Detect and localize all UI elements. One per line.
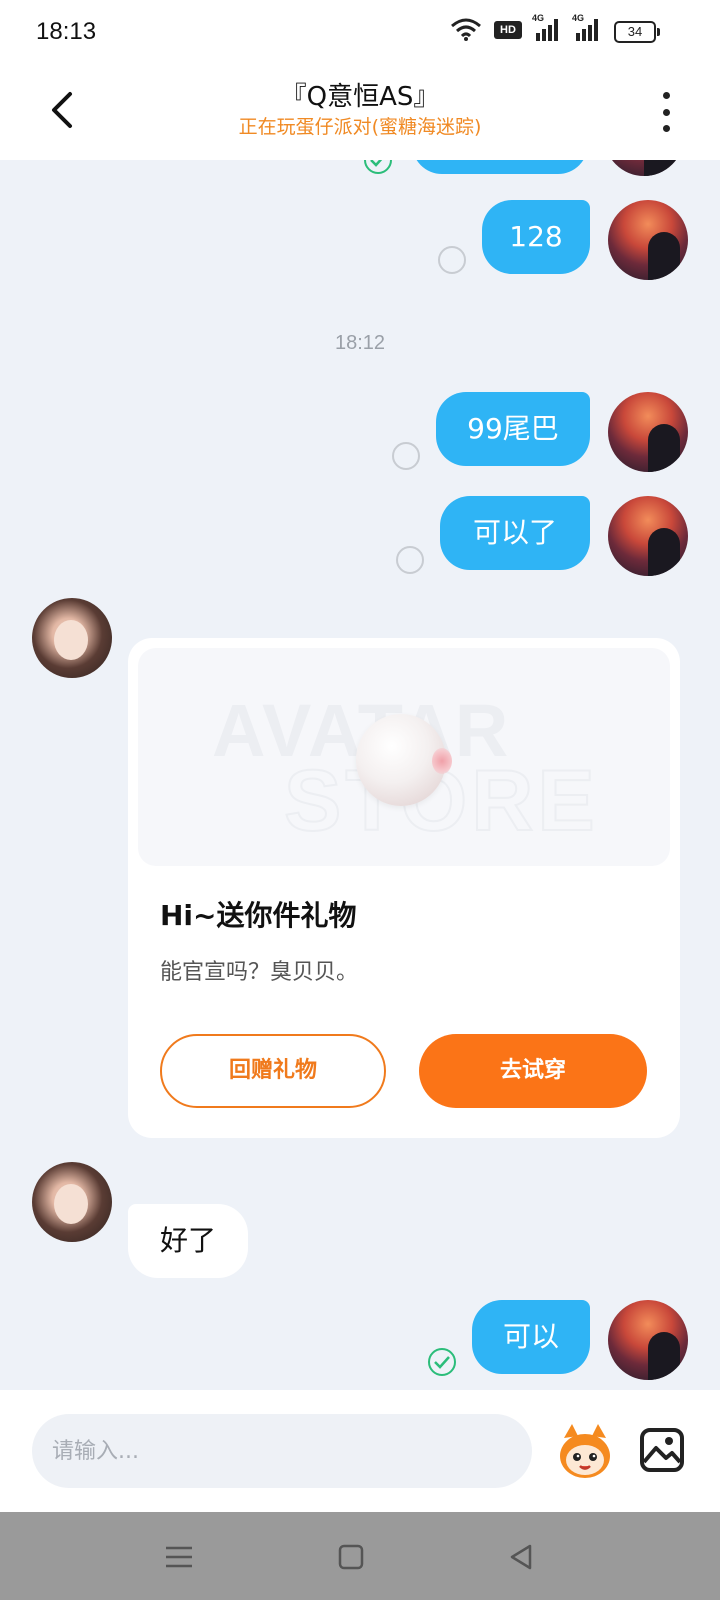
unread-status-icon — [396, 546, 424, 574]
signal-1-label: 4G — [532, 13, 545, 23]
avatar-self[interactable] — [608, 1300, 688, 1380]
home-button[interactable] — [334, 1540, 368, 1574]
more-vertical-icon — [662, 92, 670, 99]
unread-status-icon — [438, 246, 466, 274]
input-bar — [0, 1390, 720, 1512]
battery-icon: 34 — [614, 21, 660, 43]
avatar-self[interactable] — [604, 160, 684, 176]
gift-item-image — [356, 714, 452, 806]
signal-icon: 4G — [572, 13, 602, 41]
gift-message: 能官宣吗？臭贝贝。 — [160, 960, 359, 985]
nav-back-button[interactable] — [504, 1540, 538, 1574]
message-bubble-in[interactable]: 好了 — [128, 1204, 248, 1278]
return-gift-button[interactable]: 回赠礼物 — [160, 1034, 386, 1108]
avatar-self[interactable] — [608, 496, 688, 576]
image-button[interactable] — [638, 1426, 686, 1474]
chat-header: 『Q意恒AS』 正在玩蛋仔派对(蜜糖海迷踪) — [0, 64, 720, 160]
mascot-icon — [560, 1424, 610, 1478]
try-on-button[interactable]: 去试穿 — [419, 1034, 647, 1108]
avatar-self[interactable] — [608, 200, 688, 280]
mascot-button[interactable] — [554, 1420, 616, 1482]
read-check-icon — [428, 1348, 456, 1376]
avatar-self[interactable] — [608, 392, 688, 472]
status-time: 18:13 — [36, 18, 97, 45]
chat-title: 『Q意恒AS』 — [280, 82, 440, 112]
gift-image[interactable]: AVATAR STORE — [138, 648, 670, 866]
back-button[interactable] — [40, 86, 88, 134]
chat-area[interactable]: 128 18:12 99尾巴 可以了 AVATAR STORE Hi~送你件礼物… — [0, 160, 720, 1390]
read-check-icon — [364, 160, 392, 174]
message-input[interactable] — [32, 1414, 532, 1488]
gift-card[interactable]: AVATAR STORE Hi~送你件礼物 能官宣吗？臭贝贝。 回赠礼物 去试穿 — [128, 638, 680, 1138]
message-bubble-out[interactable]: 99尾巴 — [436, 392, 590, 466]
message-bubble-out[interactable]: 可以了 — [440, 496, 590, 570]
message-bubble-out[interactable]: 可以 — [472, 1300, 590, 1374]
unread-status-icon — [392, 442, 420, 470]
title-block[interactable]: 『Q意恒AS』 正在玩蛋仔派对(蜜糖海迷踪) — [160, 80, 560, 140]
signal-2-label: 4G — [572, 13, 585, 23]
menu-icon — [166, 1546, 192, 1568]
image-icon — [640, 1428, 684, 1472]
chat-subtitle: 正在玩蛋仔派对(蜜糖海迷踪) — [238, 116, 482, 138]
message-bubble-partial[interactable] — [412, 160, 588, 174]
home-icon — [338, 1544, 364, 1570]
back-triangle-icon — [510, 1544, 532, 1570]
wifi-icon — [451, 18, 481, 41]
message-bubble-out[interactable]: 128 — [482, 200, 590, 274]
gift-title: Hi~送你件礼物 — [160, 899, 357, 932]
avatar-other[interactable] — [32, 598, 112, 678]
timestamp: 18:12 — [334, 332, 386, 354]
status-icons: HD 4G 4G — [450, 13, 602, 42]
signal-icon: 4G — [532, 13, 562, 41]
more-options-button[interactable] — [654, 92, 678, 132]
menu-button[interactable] — [162, 1540, 196, 1574]
avatar-other[interactable] — [32, 1162, 112, 1242]
status-bar: 18:13 HD 4G 4G 34 — [0, 0, 720, 64]
system-nav-bar — [0, 1512, 720, 1600]
hd-badge: HD — [494, 21, 522, 39]
back-arrow-icon — [52, 92, 72, 128]
